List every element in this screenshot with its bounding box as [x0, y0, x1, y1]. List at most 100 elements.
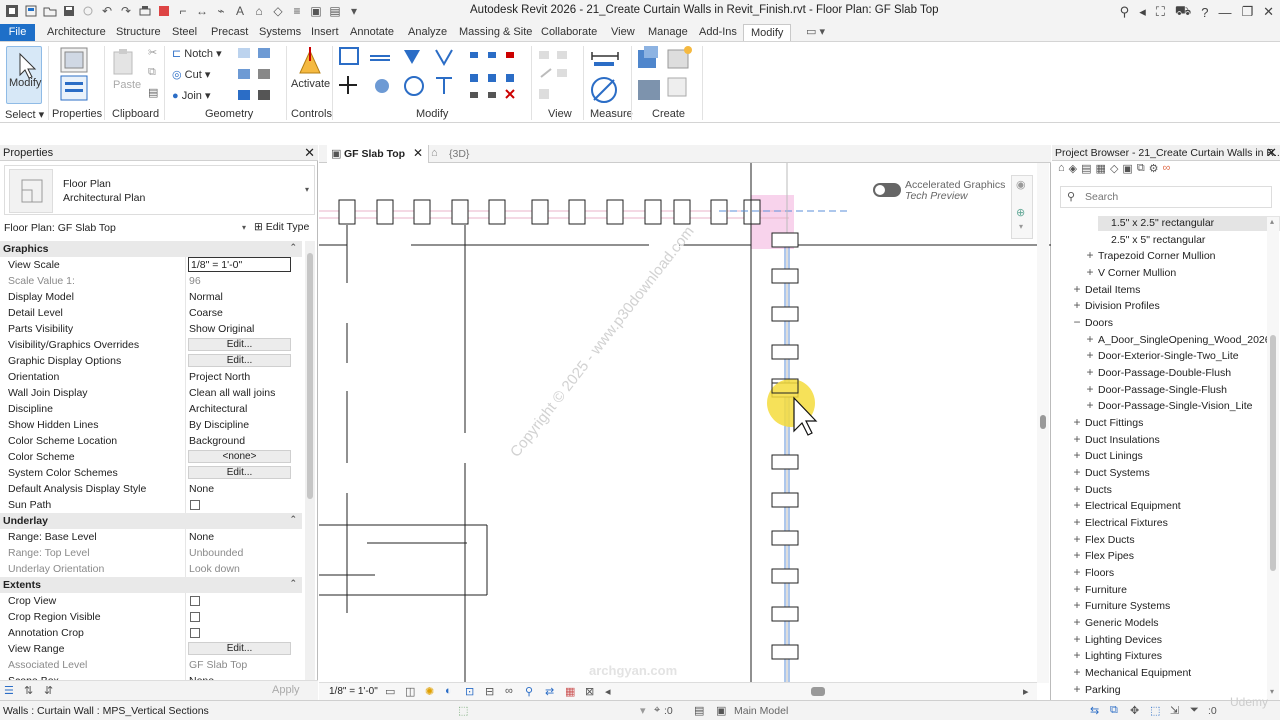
browser-item[interactable]: + V Corner Mullion [1085, 265, 1270, 281]
tab-insert[interactable]: Insert [311, 24, 339, 41]
worksharing-icon[interactable]: ⇄ [545, 685, 554, 698]
expand-icon[interactable]: + [1072, 615, 1082, 629]
properties-scroll-thumb[interactable] [307, 253, 313, 499]
expand-icon[interactable]: + [1072, 465, 1082, 479]
copy-clipboard-icon[interactable]: ⧉ [148, 66, 156, 79]
expand-icon[interactable]: + [1072, 482, 1082, 496]
status-sync-icon[interactable]: ⬚ [458, 704, 468, 717]
link-icon[interactable]: ∞ [1163, 162, 1171, 178]
tab-manage[interactable]: Manage [648, 24, 688, 41]
tab-modify[interactable]: Modify [743, 24, 792, 41]
browser-search-input[interactable] [1085, 189, 1265, 205]
expand-icon[interactable]: + [1072, 515, 1082, 529]
mullion-panel[interactable] [673, 199, 691, 225]
collapse-icon[interactable]: ⌃ [289, 242, 297, 253]
type-dropdown-icon[interactable]: ▾ [305, 185, 309, 194]
property-edit-button[interactable]: Edit... [188, 338, 291, 351]
mullion-panel[interactable] [771, 344, 799, 360]
expand-icon[interactable]: + [1085, 365, 1095, 379]
minimize-icon[interactable]: — [1218, 5, 1231, 20]
expand-icon[interactable]: + [1072, 648, 1082, 662]
zoom-icon[interactable]: ⊕ [1016, 206, 1025, 219]
section-graphics[interactable]: Graphics ⌃ [0, 241, 302, 257]
analytical-model-icon[interactable]: ▦ [565, 685, 575, 698]
browser-item[interactable]: + Flex Pipes [1072, 548, 1257, 564]
apply-button[interactable]: Apply [272, 684, 300, 696]
accelerated-graphics-toggle[interactable] [873, 183, 901, 197]
select-by-face-icon[interactable]: ⬚ [1150, 704, 1160, 717]
collapse-icon[interactable]: − [1072, 315, 1082, 329]
tab-systems[interactable]: Systems [259, 24, 301, 41]
drawing-area[interactable]: ▣ GF Slab Top ✕ ⌂ {3D} Copyright © 2025 … [319, 145, 1051, 700]
sort-az-icon[interactable]: ⇅ [24, 684, 33, 697]
tab-file[interactable]: File [0, 24, 35, 41]
browser-item[interactable]: + Door-Exterior-Single-Two_Lite [1085, 348, 1270, 364]
type-selector[interactable]: Floor Plan Architectural Plan ▾ [4, 165, 315, 215]
shadows-icon[interactable]: ◐ [445, 685, 452, 697]
customize-qat-icon[interactable]: ▾ [346, 3, 362, 19]
property-value[interactable]: Project North [189, 371, 250, 383]
browser-item[interactable]: + Lighting Fixtures [1072, 648, 1257, 664]
tab-collaborate[interactable]: Collaborate [541, 24, 597, 41]
nav-dropdown-icon[interactable]: ▾ [1019, 222, 1023, 231]
switch-windows-icon[interactable]: ▤ [327, 3, 343, 19]
save-icon[interactable] [61, 3, 77, 19]
browser-item[interactable]: + Trapezoid Corner Mullion [1085, 248, 1270, 264]
text-icon[interactable]: A [232, 3, 248, 19]
mullion-panel[interactable] [710, 199, 728, 225]
tab-annotate[interactable]: Annotate [350, 24, 394, 41]
group-icon[interactable]: ▣ [1122, 162, 1132, 178]
mullion-panel[interactable] [338, 199, 356, 225]
browser-item[interactable]: + Division Profiles [1072, 298, 1257, 314]
editable-requests-icon[interactable]: ⌖ [654, 704, 660, 717]
filter-icon[interactable]: ⚙ [1149, 162, 1159, 178]
activate-icon[interactable] [296, 47, 324, 77]
browser-item[interactable]: + Door-Passage-Single-Vision_Lite [1085, 398, 1270, 414]
thin-lines-icon[interactable]: ≡ [289, 3, 305, 19]
tab-massing-site[interactable]: Massing & Site [459, 24, 532, 41]
browser-item[interactable]: + Door-Passage-Double-Flush [1085, 365, 1270, 381]
browser-scrollbar[interactable]: ▴ ▾ [1267, 217, 1279, 700]
reveal-hidden-icon[interactable]: ⚲ [525, 685, 533, 698]
browser-item[interactable]: + Duct Fittings [1072, 415, 1257, 431]
property-edit-button[interactable]: <none> [188, 450, 291, 463]
expand-icon[interactable]: + [1085, 398, 1095, 412]
browser-item[interactable]: + Electrical Equipment [1072, 498, 1257, 514]
match-type-icon[interactable]: ▤ [148, 86, 158, 99]
mullion-panel[interactable] [451, 199, 469, 225]
scroll-left-icon[interactable]: ◂ [605, 685, 611, 698]
select-underlay-icon[interactable]: ⧉ [1110, 704, 1118, 717]
family-icon[interactable]: ◇ [1110, 162, 1118, 178]
mullion-panel[interactable] [771, 232, 799, 248]
visual-style-icon[interactable]: ◫ [405, 685, 415, 698]
expand-icon[interactable]: + [1085, 348, 1095, 362]
mullion-panel[interactable] [771, 568, 799, 584]
close-hidden-icon[interactable]: ▣ [308, 3, 324, 19]
instance-selector[interactable]: Floor Plan: GF Slab Top [4, 222, 116, 234]
property-value[interactable]: None [189, 483, 214, 495]
tag-icon[interactable]: ⌁ [213, 3, 229, 19]
tab-3d[interactable]: ⌂ {3D} [431, 145, 491, 163]
instance-dropdown-icon[interactable]: ▾ [242, 223, 246, 232]
undo-icon[interactable]: ↶ [99, 3, 115, 19]
mullion-panel[interactable] [771, 268, 799, 284]
view-tools-group[interactable] [537, 47, 581, 103]
expand-icon[interactable]: + [1072, 582, 1082, 596]
schedule-icon[interactable]: ▦ [1096, 162, 1106, 178]
join-button[interactable]: ● Join ▾ [172, 89, 210, 102]
browser-item[interactable]: + Detail Items [1072, 282, 1257, 298]
expand-icon[interactable]: + [1085, 382, 1095, 396]
measure-icon[interactable]: ⌐ [175, 3, 191, 19]
measure-tools-group[interactable] [590, 46, 626, 104]
canvas-hscroll-thumb[interactable] [811, 687, 825, 696]
mullion-panel[interactable] [644, 199, 662, 225]
expand-icon[interactable]: + [1072, 682, 1082, 696]
collapse-icon[interactable]: ⌃ [289, 514, 297, 525]
expand-icon[interactable]: + [1072, 415, 1082, 429]
browser-item[interactable]: + Generic Models [1072, 615, 1257, 631]
sun-path-icon[interactable]: ✺ [425, 685, 434, 698]
browser-item[interactable]: + Floors [1072, 565, 1257, 581]
3d-view-icon[interactable]: ⌂ [251, 3, 267, 19]
close-properties-icon[interactable]: ✕ [304, 145, 315, 161]
mullion-panel[interactable] [771, 530, 799, 546]
